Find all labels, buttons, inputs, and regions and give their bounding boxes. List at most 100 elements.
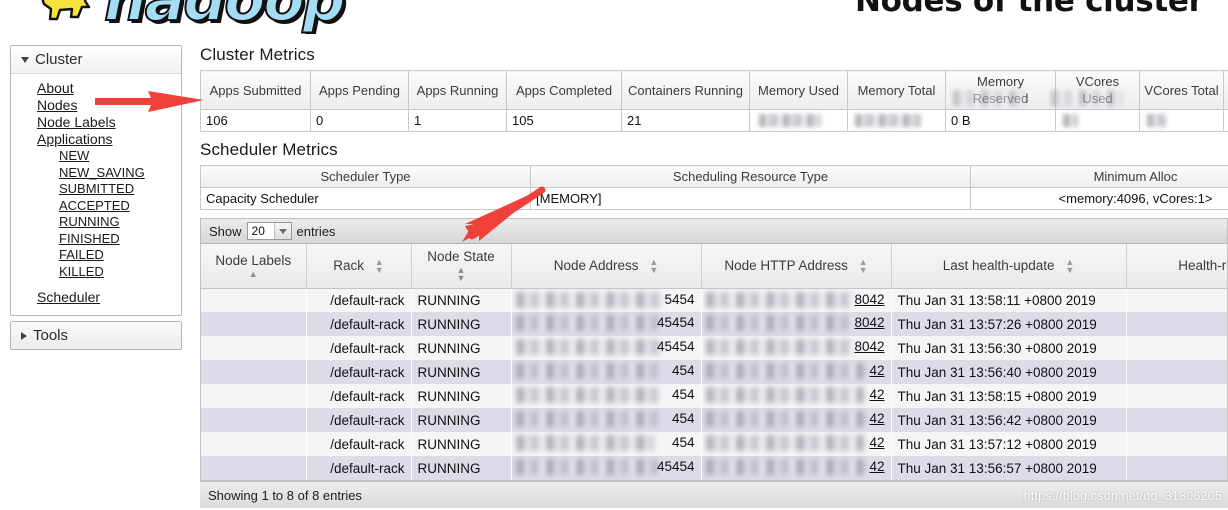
- sidebar-item-app-killed[interactable]: KILLED: [11, 264, 181, 281]
- cell-node-http-address[interactable]: 8042: [701, 336, 891, 360]
- show-entries-prefix: Show: [209, 223, 242, 239]
- datatable-length-toolbar: Show 20 entries: [200, 218, 1228, 244]
- sort-both-icon-http: ▲ ▼: [858, 256, 868, 275]
- cell-node-address[interactable]: 454: [511, 432, 701, 456]
- sidebar-item-app-failed[interactable]: FAILED: [11, 247, 181, 264]
- cell-node-address[interactable]: 45454: [511, 312, 701, 336]
- watermark: https://blog.csdn.net/qq_31806205: [1023, 489, 1222, 503]
- col-last-health-update-label: Last health-update: [942, 257, 1055, 273]
- table-row[interactable]: /default-rack RUNNING 45454 8042 Thu Jan…: [201, 336, 1227, 360]
- cell-node-address[interactable]: 5454: [511, 288, 701, 312]
- sidebar-cluster-block: Cluster About Nodes Node Labels Applicat…: [10, 45, 182, 316]
- cell-node-state: RUNNING: [411, 456, 511, 480]
- sidebar-item-app-running[interactable]: RUNNING: [11, 214, 181, 231]
- cell-node-labels: [201, 336, 306, 360]
- cell-node-http-address[interactable]: 42: [701, 384, 891, 408]
- sidebar-item-app-finished[interactable]: FINISHED: [11, 231, 181, 248]
- sidebar: Cluster About Nodes Node Labels Applicat…: [10, 45, 182, 350]
- sidebar-item-app-new[interactable]: NEW: [11, 148, 181, 165]
- table-row[interactable]: /default-rack RUNNING 454 42 Thu Jan 31 …: [201, 384, 1227, 408]
- sidebar-group-cluster-label: Cluster: [35, 51, 83, 68]
- sort-both-icon-addr: ▲ ▼: [649, 256, 659, 275]
- sidebar-item-app-accepted[interactable]: ACCEPTED: [11, 198, 181, 215]
- cell-health-report: [1126, 312, 1227, 336]
- table-row[interactable]: /default-rack RUNNING 454 42 Thu Jan 31 …: [201, 432, 1227, 456]
- cell-last-health-update: Thu Jan 31 13:58:11 +0800 2019: [891, 288, 1126, 312]
- sidebar-item-scheduler[interactable]: Scheduler: [11, 289, 181, 306]
- cell-node-address[interactable]: 454: [511, 384, 701, 408]
- cell-node-address[interactable]: 45454: [511, 456, 701, 480]
- cell-last-health-update: Thu Jan 31 13:56:42 +0800 2019: [891, 408, 1126, 432]
- col-node-address[interactable]: Node Address ▲ ▼: [511, 244, 702, 289]
- col-last-health-update[interactable]: Last health-update ▲ ▼: [891, 244, 1127, 289]
- cell-node-http-address[interactable]: 8042: [701, 312, 891, 336]
- sidebar-item-node-labels[interactable]: Node Labels: [11, 114, 181, 131]
- val-minimum-alloc: <memory:4096, vCores:1>: [970, 187, 1228, 210]
- col-node-labels[interactable]: Node Labels ▲: [201, 244, 307, 289]
- col-containers-running: Containers Running: [621, 70, 750, 110]
- col-apps-pending: Apps Pending: [310, 70, 409, 110]
- table-row[interactable]: /default-rack RUNNING 454 42 Thu Jan 31 …: [201, 360, 1227, 384]
- val-scheduler-type: Capacity Scheduler: [200, 187, 531, 210]
- cell-health-report: [1126, 360, 1227, 384]
- cell-rack: /default-rack: [306, 360, 411, 384]
- cell-health-report: [1126, 384, 1227, 408]
- col-node-http-address[interactable]: Node HTTP Address ▲ ▼: [701, 244, 892, 289]
- col-minimum-alloc: Minimum Alloc: [970, 165, 1228, 188]
- col-rack[interactable]: Rack ▲ ▼: [306, 244, 412, 289]
- cell-node-address-port: 454: [671, 387, 695, 402]
- cell-node-http-address[interactable]: 42: [701, 360, 891, 384]
- col-memory-used: Memory Used: [749, 70, 848, 110]
- sidebar-item-about[interactable]: About: [11, 80, 181, 97]
- col-scheduling-resource-type: Scheduling Resource Type: [530, 165, 971, 188]
- cell-node-http-port: 42: [869, 459, 885, 474]
- cell-node-http-address[interactable]: 42: [701, 456, 891, 480]
- cell-node-address-port: 454: [671, 435, 695, 450]
- cell-node-http-address[interactable]: 8042: [701, 288, 891, 312]
- cell-health-report: [1126, 456, 1227, 480]
- cell-node-http-port: 42: [869, 435, 885, 450]
- sidebar-item-applications[interactable]: Applications: [11, 131, 181, 148]
- entries-per-page-select[interactable]: 20: [246, 222, 292, 240]
- table-row[interactable]: /default-rack RUNNING 45454 42 Thu Jan 3…: [201, 456, 1227, 480]
- cell-node-address[interactable]: 454: [511, 360, 701, 384]
- val-apps-submitted: 106: [200, 109, 311, 132]
- cell-node-state: RUNNING: [411, 312, 511, 336]
- scheduler-metrics-header-row: Scheduler Type Scheduling Resource Type …: [200, 165, 1228, 188]
- sidebar-item-app-new-saving[interactable]: NEW_SAVING: [11, 165, 181, 182]
- cell-node-http-address[interactable]: 42: [701, 408, 891, 432]
- val-apps-pending: 0: [310, 109, 409, 132]
- nodes-table-body: /default-rack RUNNING 5454 8042 Thu Jan …: [201, 288, 1227, 480]
- col-node-state[interactable]: Node State ▲ ▼: [411, 244, 512, 289]
- col-health-report[interactable]: Health-repo: [1126, 244, 1227, 289]
- hadoop-logo[interactable]: hadoop: [38, 0, 347, 34]
- cluster-metrics-wrap: Apps Submitted Apps Pending Apps Running…: [200, 70, 1228, 132]
- sidebar-item-app-submitted[interactable]: SUBMITTED: [11, 181, 181, 198]
- val-vcores-total: [1139, 109, 1224, 132]
- sidebar-group-tools[interactable]: Tools: [11, 322, 181, 349]
- col-memory-reserved: Memory Reserved: [945, 70, 1056, 110]
- cell-node-address[interactable]: 454: [511, 408, 701, 432]
- table-row[interactable]: /default-rack RUNNING 45454 8042 Thu Jan…: [201, 312, 1227, 336]
- val-memory-reserved: 0 B: [945, 109, 1056, 132]
- show-entries-suffix: entries: [296, 223, 336, 239]
- sidebar-group-cluster[interactable]: Cluster: [11, 46, 181, 74]
- val-memory-used: [749, 109, 848, 132]
- cell-node-address-port: 454: [671, 411, 695, 426]
- sidebar-item-nodes[interactable]: Nodes: [11, 97, 181, 114]
- col-rack-label: Rack: [333, 257, 364, 273]
- sidebar-group-tools-label: Tools: [33, 327, 69, 344]
- col-apps-completed: Apps Completed: [506, 70, 622, 110]
- cluster-metrics-value-row: 106 0 1 105 21 0 B: [200, 109, 1228, 132]
- chevron-down-icon: [273, 223, 291, 239]
- cell-node-address[interactable]: 45454: [511, 336, 701, 360]
- table-row[interactable]: /default-rack RUNNING 454 42 Thu Jan 31 …: [201, 408, 1227, 432]
- col-memory-total: Memory Total: [847, 70, 946, 110]
- table-row[interactable]: /default-rack RUNNING 5454 8042 Thu Jan …: [201, 288, 1227, 312]
- nodes-table: Node Labels ▲ Rack ▲ ▼ Node State ▲ ▼ No…: [201, 244, 1227, 480]
- col-overflow: [1223, 70, 1228, 110]
- sidebar-tools-block[interactable]: Tools: [10, 321, 182, 350]
- cell-node-http-address[interactable]: 42: [701, 432, 891, 456]
- sort-both-icon-health: ▲ ▼: [1065, 256, 1075, 275]
- caret-right-icon: [21, 331, 27, 340]
